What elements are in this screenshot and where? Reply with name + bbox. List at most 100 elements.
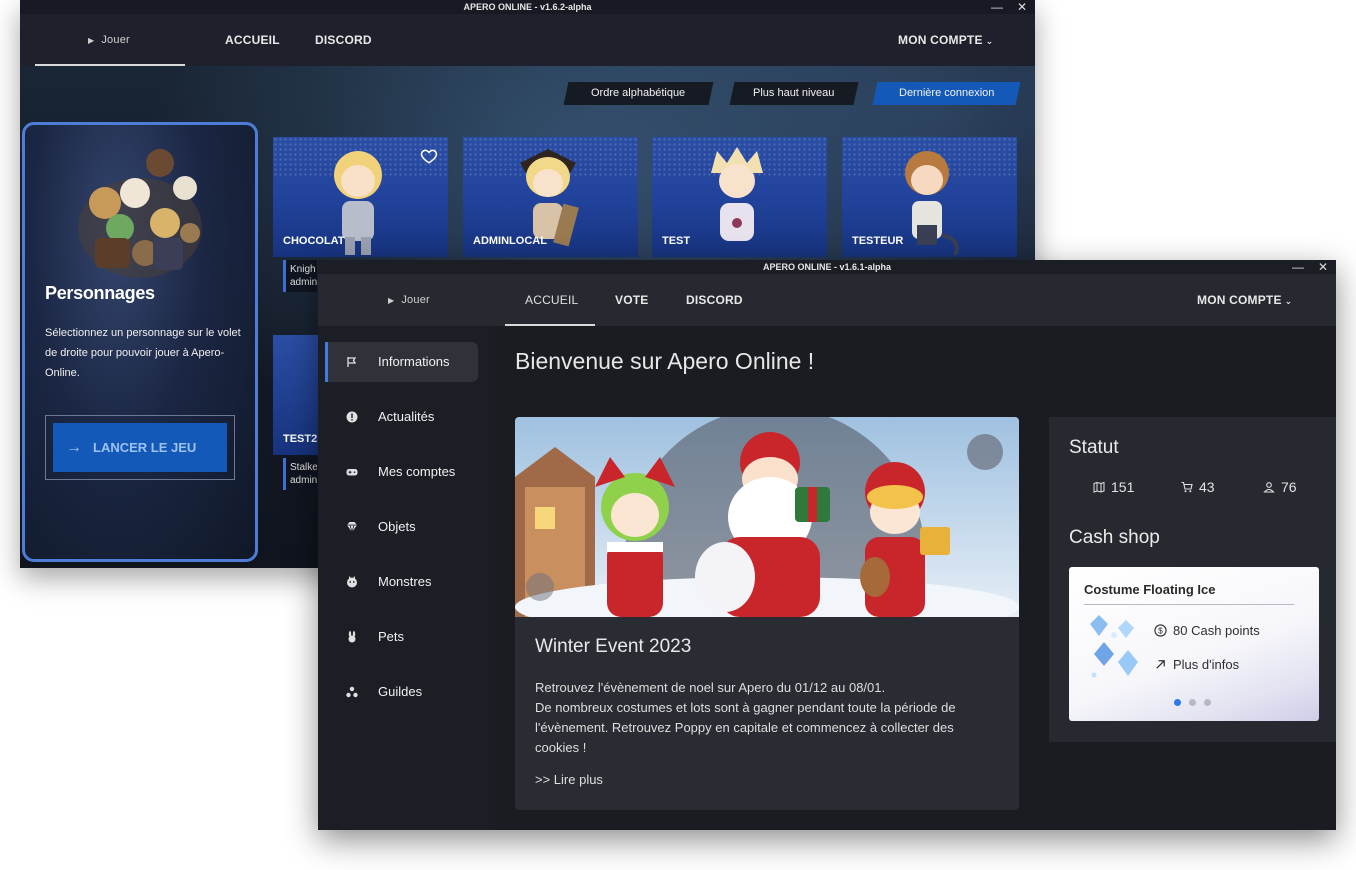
players-stat: 76 <box>1263 479 1297 495</box>
sidebar-item-objets[interactable]: Objets <box>325 507 478 547</box>
home-window: APERO ONLINE - v1.6.1-alpha — ✕ ▶ Jouer A… <box>318 260 1336 830</box>
news-card: Winter Event 2023 Retrouvez l'évènement … <box>515 417 1019 810</box>
flag-icon <box>347 357 357 367</box>
window-title: APERO ONLINE - v1.6.2-alpha <box>463 2 592 12</box>
sidebar-item-label: Pets <box>378 629 405 644</box>
arrow-up-right-icon <box>1156 660 1165 669</box>
cash-price: $ 80 Cash points <box>1154 623 1260 638</box>
cash-shop-title: Cash shop <box>1069 527 1160 548</box>
cash-more-label: Plus d'infos <box>1173 657 1240 672</box>
sidebar-item-label: Actualités <box>378 409 435 424</box>
nav-play-label: Jouer <box>101 34 130 46</box>
sidebar-item-informations[interactable]: Informations <box>325 342 478 382</box>
sidebar-item-mes-comptes[interactable]: Mes comptes <box>325 452 478 492</box>
heart-icon[interactable] <box>420 147 438 165</box>
nav-account[interactable]: MON COMPTE ⌄ <box>898 14 993 66</box>
nav-account-label: MON COMPTE <box>898 33 983 47</box>
launch-game-label: LANCER LE JEU <box>93 440 197 455</box>
gem-icon <box>347 522 357 533</box>
chevron-down-icon: ⌄ <box>985 36 994 46</box>
carousel-dots <box>1174 699 1211 706</box>
character-card[interactable]: TEST2 <box>273 335 323 455</box>
characters-description: Sélectionnez un personnage sur le volet … <box>45 327 241 379</box>
carousel-dot[interactable] <box>1189 699 1196 706</box>
nav-home[interactable]: ACCUEIL <box>525 274 578 326</box>
nav-discord[interactable]: DISCORD <box>686 274 743 326</box>
cash-item-name: Costume Floating Ice <box>1084 582 1216 597</box>
character-name: ADMINLOCAL <box>473 235 547 247</box>
sidebar-item-monstres[interactable]: Monstres <box>325 562 478 602</box>
sidebar-item-label: Informations <box>378 354 450 369</box>
sidebar-item-pets[interactable]: Pets <box>325 617 478 657</box>
carousel-dot[interactable] <box>1174 699 1181 706</box>
chevron-down-icon: ⌄ <box>1284 296 1293 306</box>
news-banner-image[interactable] <box>515 417 1019 617</box>
cash-shop-card[interactable]: Costume Floating Ice $ 80 Cash points Pl… <box>1069 567 1319 721</box>
page-title: Bienvenue sur Apero Online ! <box>515 348 815 374</box>
news-title: Winter Event 2023 <box>535 636 692 657</box>
vendors-count: 43 <box>1199 479 1215 495</box>
nav-discord[interactable]: DISCORD <box>315 14 372 66</box>
status-panel: Statut 151 43 76 Cash shop Costume Float… <box>1049 417 1336 742</box>
top-nav: ▶ Jouer ACCUEIL DISCORD MON COMPTE ⌄ <box>20 14 1035 66</box>
vendors-stat: 43 <box>1181 479 1215 495</box>
close-button[interactable]: ✕ <box>1318 260 1328 274</box>
nav-home[interactable]: ACCUEIL <box>225 14 280 66</box>
news-body-line: Retrouvez l'évènement de noel sur Apero … <box>535 680 886 695</box>
title-bar: APERO ONLINE - v1.6.2-alpha — ✕ <box>20 0 1035 14</box>
nav-play[interactable]: ▶ Jouer <box>88 14 130 66</box>
character-card[interactable]: TEST <box>652 137 827 257</box>
window-title: APERO ONLINE - v1.6.1-alpha <box>762 262 892 272</box>
sidebar-item-label: Mes comptes <box>378 464 456 479</box>
minimize-button[interactable]: — <box>991 0 1003 14</box>
nav-play[interactable]: ▶ Jouer <box>388 274 430 326</box>
minimize-button[interactable]: — <box>1292 260 1304 274</box>
character-account: admin <box>290 475 317 486</box>
character-class: Stalke <box>290 462 317 473</box>
character-details: Knigh admin <box>283 260 317 292</box>
news-body: Retrouvez l'évènement de noel sur Apero … <box>535 678 995 758</box>
cart-icon <box>1181 481 1193 493</box>
monster-icon <box>347 576 357 588</box>
gamepad-icon <box>346 469 358 476</box>
cash-more-link[interactable]: Plus d'infos <box>1154 657 1239 672</box>
character-details: Stalke admin <box>283 458 317 490</box>
nav-vote[interactable]: VOTE <box>615 274 648 326</box>
arrow-right-icon: → <box>66 439 82 456</box>
nav-play-label: Jouer <box>401 294 430 306</box>
sort-alphabetical-button[interactable]: Ordre alphabétique <box>563 82 714 105</box>
carousel-dot[interactable] <box>1204 699 1211 706</box>
coin-icon: $ <box>1154 624 1167 637</box>
top-nav: ▶ Jouer ACCUEIL VOTE DISCORD MON COMPTE ⌄ <box>318 274 1336 326</box>
close-button[interactable]: ✕ <box>1017 0 1027 14</box>
svg-text:$: $ <box>1158 625 1163 635</box>
sidebar-item-label: Monstres <box>378 574 432 589</box>
sort-last-login-button[interactable]: Dernière connexion <box>872 82 1021 105</box>
cash-price-label: 80 Cash points <box>1173 623 1260 638</box>
sidebar-item-actualites[interactable]: Actualités <box>325 397 478 437</box>
sort-level-button[interactable]: Plus haut niveau <box>729 82 859 105</box>
character-card[interactable]: TESTEUR <box>842 137 1017 257</box>
main-content: Bienvenue sur Apero Online ! Winter Even… <box>495 326 1336 830</box>
play-icon: ▶ <box>388 296 395 305</box>
maps-stat: 151 <box>1093 479 1134 495</box>
play-icon: ▶ <box>88 36 95 45</box>
sidebar-item-guildes[interactable]: Guildes <box>325 672 478 712</box>
launch-button-frame: → LANCER LE JEU <box>45 415 235 480</box>
sidebar-item-label: Guildes <box>378 684 423 699</box>
sidebar-item-label: Objets <box>378 519 416 534</box>
nav-account[interactable]: MON COMPTE ⌄ <box>1197 274 1292 326</box>
map-icon <box>1093 481 1105 493</box>
launch-game-button[interactable]: → LANCER LE JEU <box>53 423 227 472</box>
characters-group-illustration <box>78 149 202 278</box>
news-body-line: De nombreux costumes et lots sont à gagn… <box>535 700 956 755</box>
character-name: TEST2 <box>283 433 318 445</box>
read-more-link[interactable]: >> Lire plus <box>535 772 603 787</box>
character-card[interactable]: CHOCOLAT <box>273 137 448 257</box>
status-title: Statut <box>1069 437 1119 458</box>
character-name: TESTEUR <box>852 235 904 247</box>
user-icon <box>1263 482 1275 493</box>
sidebar: Informations Actualités Mes comptes Obje… <box>318 326 495 830</box>
character-card[interactable]: ADMINLOCAL <box>463 137 638 257</box>
rabbit-icon <box>348 631 356 643</box>
